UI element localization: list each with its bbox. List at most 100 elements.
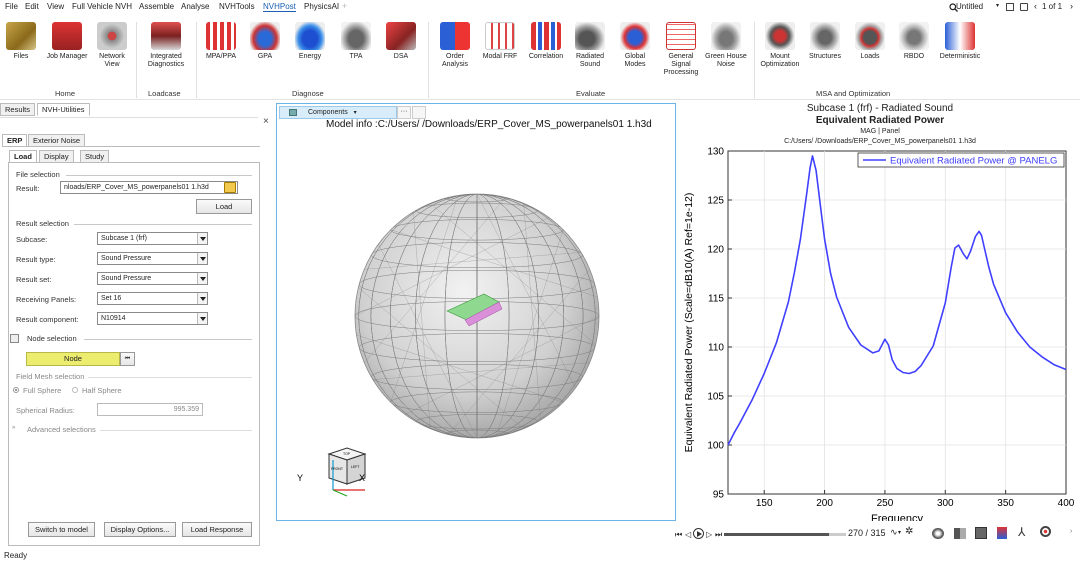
node-button[interactable]: Node bbox=[26, 352, 120, 366]
correlation-button[interactable]: Correlation bbox=[526, 22, 566, 61]
job-manager-button[interactable]: Job Manager bbox=[42, 22, 92, 61]
model-viewport[interactable]: Components ▾ ··· Model info :C:/Users/ /… bbox=[276, 103, 676, 521]
x-tick-label: 400 bbox=[1058, 498, 1075, 509]
display-options-button[interactable]: Display Options... bbox=[104, 522, 176, 537]
node-picker-icon[interactable]: ⏮ bbox=[120, 352, 135, 366]
structures-button[interactable]: Structures bbox=[806, 22, 844, 61]
general-signal-processing-button[interactable]: General Signal Processing bbox=[658, 22, 704, 77]
mpa-ppa-button[interactable]: MPA/PPA bbox=[202, 22, 240, 61]
tab-nvh-utilities[interactable]: NVH-Utilities bbox=[37, 103, 90, 116]
spherical-radius-label: Spherical Radius: bbox=[16, 406, 75, 415]
chevron-down-icon[interactable]: ▾ bbox=[996, 2, 999, 9]
menu-nvhpost[interactable]: NVHPost bbox=[263, 2, 296, 12]
files-button[interactable]: Files bbox=[4, 22, 38, 61]
result-type-select[interactable]: Sound Pressure bbox=[97, 252, 208, 265]
switch-to-model-button[interactable]: Switch to model bbox=[28, 522, 95, 537]
deterministic-button[interactable]: Deterministic bbox=[936, 22, 984, 61]
view-sphere-icon[interactable] bbox=[932, 528, 944, 539]
network-view-button[interactable]: Network View bbox=[94, 22, 130, 69]
integrated-diagnostics-button[interactable]: Integrated Diagnostics bbox=[142, 22, 190, 69]
dsa-icon bbox=[386, 22, 416, 50]
menu-nvhtools[interactable]: NVHTools bbox=[219, 2, 255, 11]
view-cube-icon[interactable] bbox=[975, 527, 987, 539]
chevron-down-icon[interactable]: ▾ bbox=[898, 529, 901, 536]
line-chart[interactable]: 150 200 250 300 350 400 95 100 105 110 115 120 125 13… bbox=[680, 101, 1080, 522]
next-page-icon[interactable]: › bbox=[1070, 1, 1073, 11]
mount-optimization-button[interactable]: Mount Optimization bbox=[758, 22, 802, 69]
collapse-toggle-icon[interactable] bbox=[10, 334, 19, 343]
dsa-button[interactable]: DSA bbox=[382, 22, 420, 61]
frame-slider[interactable] bbox=[724, 533, 846, 536]
spherical-radius-field[interactable]: 995.359 bbox=[97, 403, 203, 416]
order-analysis-icon bbox=[440, 22, 470, 50]
folder-open-icon[interactable] bbox=[224, 182, 236, 193]
y-tick-label: 110 bbox=[708, 343, 724, 354]
y-tick-label: 95 bbox=[713, 490, 725, 501]
view-split-icon[interactable] bbox=[954, 528, 966, 539]
menu-file[interactable]: File bbox=[5, 2, 18, 11]
rbdo-icon bbox=[899, 22, 929, 50]
radio-full-sphere[interactable] bbox=[13, 387, 19, 393]
divider bbox=[84, 339, 252, 340]
menu-edit[interactable]: Edit bbox=[25, 2, 39, 11]
last-frame-icon[interactable]: ⏭ bbox=[715, 530, 722, 540]
load-response-button[interactable]: Load Response bbox=[182, 522, 252, 537]
wave-icon[interactable]: ∿ bbox=[890, 527, 898, 538]
menu-analyse[interactable]: Analyse bbox=[181, 2, 209, 11]
radiated-sound-button[interactable]: Radiated Sound bbox=[570, 22, 610, 69]
gpa-button[interactable]: GPA bbox=[246, 22, 284, 61]
green-house-noise-icon bbox=[711, 22, 741, 50]
menu-assemble[interactable]: Assemble bbox=[139, 2, 174, 11]
gear-icon[interactable]: ✲ bbox=[905, 526, 913, 537]
green-house-noise-button[interactable]: Green House Noise bbox=[704, 22, 748, 69]
signal-processing-icon bbox=[666, 22, 696, 50]
x-tick-label: 350 bbox=[997, 498, 1014, 509]
result-component-select[interactable]: N10914 bbox=[97, 312, 208, 325]
cube-label-top: TOP bbox=[343, 452, 351, 456]
group-separator bbox=[428, 22, 429, 98]
energy-button[interactable]: Energy bbox=[290, 22, 330, 61]
chevron-down-icon bbox=[197, 293, 207, 304]
loads-button[interactable]: Loads bbox=[852, 22, 888, 61]
prev-page-icon[interactable]: ‹ bbox=[1034, 1, 1037, 11]
order-analysis-button[interactable]: Order Analysis bbox=[436, 22, 474, 69]
modal-frf-button[interactable]: Modal FRF bbox=[478, 22, 522, 61]
load-button[interactable]: Load bbox=[196, 199, 252, 214]
zoom-icon[interactable] bbox=[1040, 526, 1051, 537]
next-frame-icon[interactable]: ▷ bbox=[706, 530, 712, 539]
axes-icon[interactable]: ⅄ bbox=[1018, 525, 1025, 539]
group-label-msa: MSA and Optimization bbox=[816, 89, 891, 98]
global-modes-button[interactable]: Global Modes bbox=[615, 22, 655, 69]
subcase-select[interactable]: Subcase 1 (frf) bbox=[97, 232, 208, 245]
prev-frame-icon[interactable]: ◁ bbox=[685, 530, 691, 539]
half-sphere-label: Half Sphere bbox=[82, 386, 122, 395]
menu-full-vehicle-nvh[interactable]: Full Vehicle NVH bbox=[72, 2, 132, 11]
contour-icon[interactable] bbox=[997, 527, 1007, 539]
job-manager-icon bbox=[52, 22, 82, 50]
document-name[interactable]: Untitled bbox=[956, 2, 983, 11]
tab-results[interactable]: Results bbox=[0, 103, 36, 116]
divider bbox=[74, 224, 252, 225]
axis-triad[interactable]: Y X FRONT LEFT TOP bbox=[295, 440, 377, 506]
rbdo-button[interactable]: RBDO bbox=[896, 22, 932, 61]
first-frame-icon[interactable]: ⏮ bbox=[675, 530, 682, 540]
file-selection-title: File selection bbox=[16, 170, 60, 179]
expand-icon[interactable]: » bbox=[12, 425, 15, 431]
play-button[interactable] bbox=[693, 528, 704, 539]
status-bar: Ready bbox=[0, 548, 1080, 563]
page-counter: 1 of 1 bbox=[1042, 2, 1063, 11]
menu-physicsai[interactable]: PhysicsAI bbox=[304, 2, 339, 11]
tpa-button[interactable]: TPA bbox=[336, 22, 376, 61]
close-icon[interactable]: × bbox=[263, 116, 269, 127]
add-tab-icon[interactable]: + bbox=[342, 1, 347, 11]
menu-view[interactable]: View bbox=[47, 2, 64, 11]
receiving-panels-select[interactable]: Set 16 bbox=[97, 292, 208, 305]
result-file-field[interactable]: nloads/ERP_Cover_MS_powerpanels01 1.h3d bbox=[60, 181, 238, 194]
result-set-select[interactable]: Sound Pressure bbox=[97, 272, 208, 285]
plot-window[interactable]: Subcase 1 (frf) - Radiated Sound Equival… bbox=[680, 101, 1080, 521]
overflow-icon[interactable]: › bbox=[1070, 528, 1072, 535]
result-type-label: Result type: bbox=[16, 255, 56, 264]
layout-icon[interactable] bbox=[1006, 3, 1014, 11]
radio-half-sphere[interactable] bbox=[72, 387, 78, 393]
page-icon[interactable] bbox=[1020, 3, 1028, 11]
